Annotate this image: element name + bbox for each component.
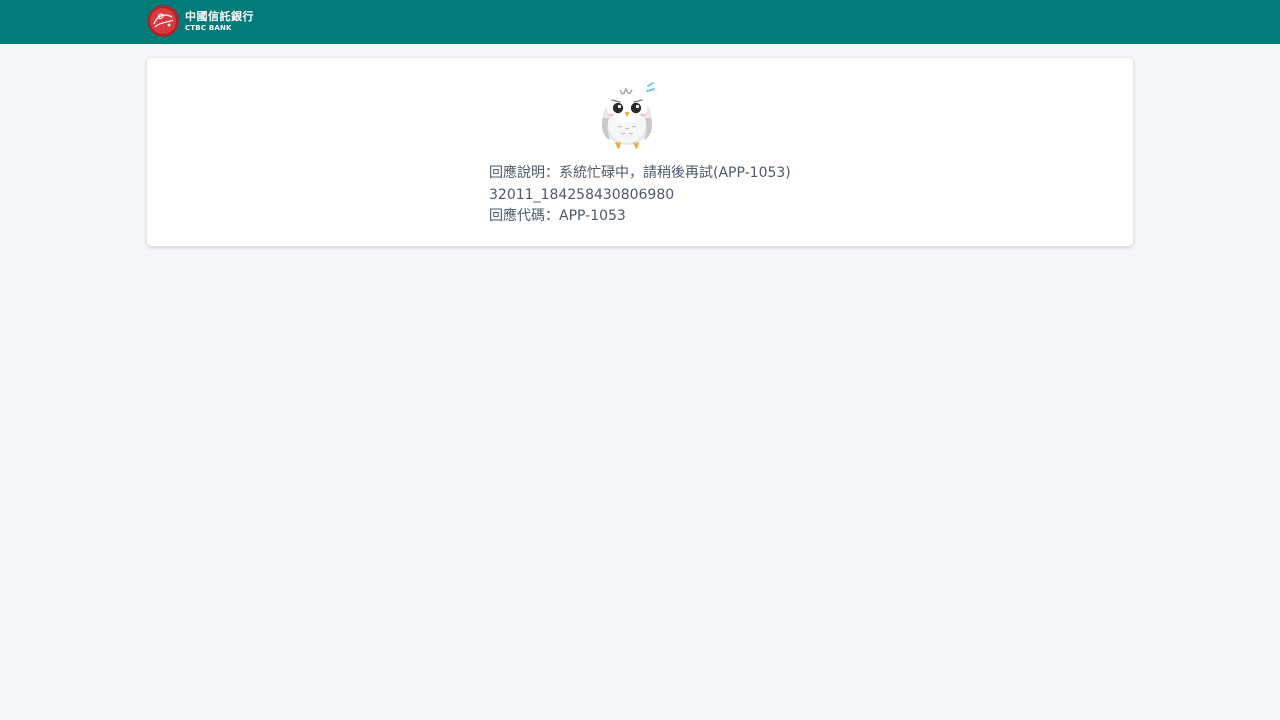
- worried-owl-icon: [601, 82, 655, 149]
- response-description: 回應說明：系統忙碌中，請稍後再試(APP-1053): [489, 165, 791, 181]
- ctbc-logo-icon: [147, 5, 179, 37]
- brand-name-en: CTBC BANK: [185, 23, 232, 32]
- error-message-card: 回應說明：系統忙碌中，請稍後再試(APP-1053) 32011_1842584…: [147, 58, 1133, 246]
- brand-name-zh: 中國信託銀行: [185, 9, 254, 23]
- error-messages: 回應說明：系統忙碌中，請稍後再試(APP-1053) 32011_1842584…: [489, 163, 791, 228]
- trace-id: 32011_184258430806980: [489, 186, 675, 203]
- brand-logo[interactable]: 中國信託銀行 CTBC BANK: [147, 4, 254, 38]
- top-header-bar: 中國信託銀行 CTBC BANK: [0, 0, 1280, 44]
- response-code: 回應代碼：APP-1053: [489, 208, 626, 224]
